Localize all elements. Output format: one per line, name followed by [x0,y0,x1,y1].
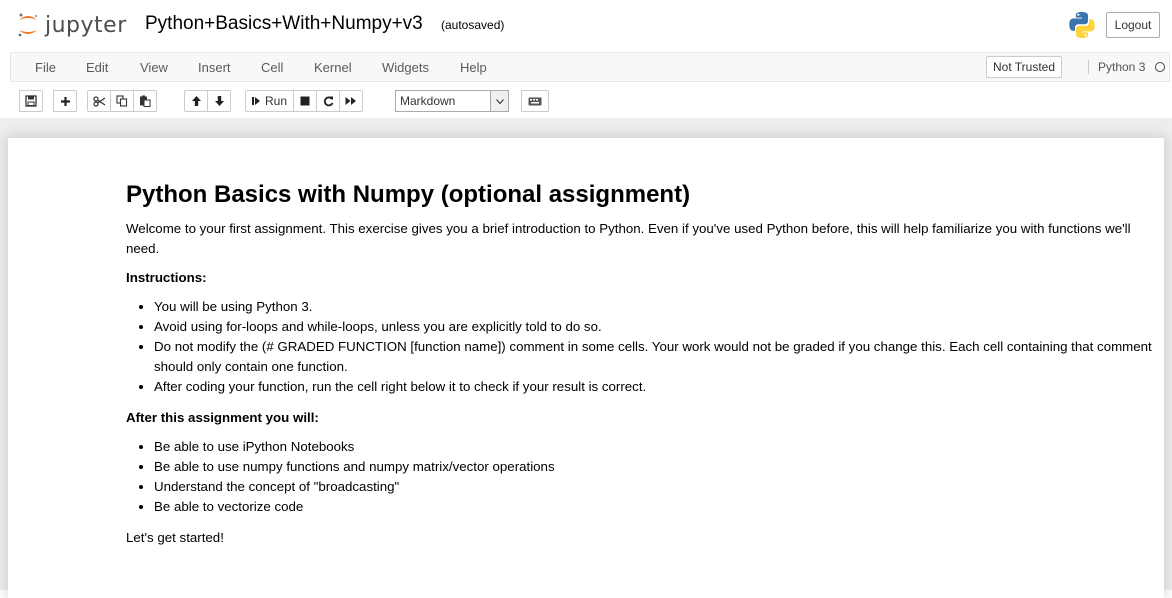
keyboard-icon [528,97,542,105]
cut-icon [92,95,105,107]
command-palette-button[interactable] [521,90,549,112]
list-item: You will be using Python 3. [154,297,1156,317]
cut-button[interactable] [87,90,111,112]
list-item: Do not modify the (# GRADED FUNCTION [fu… [154,337,1156,377]
python-logo-icon [1069,12,1095,38]
interrupt-button[interactable] [293,90,318,112]
instructions-list: You will be using Python 3. Avoid using … [126,297,1156,397]
move-group [184,90,231,112]
arrow-down-icon [214,96,224,106]
move-down-button[interactable] [207,90,231,112]
list-item: Understand the concept of "broadcasting" [154,477,1156,497]
autosave-status: (autosaved) [441,18,505,32]
menu-help[interactable]: Help [460,60,487,75]
outcomes-list: Be able to use iPython Notebooks Be able… [126,437,1156,517]
list-item: Be able to vectorize code [154,497,1156,517]
menu-insert[interactable]: Insert [198,60,231,75]
instructions-heading: Instructions: [126,270,207,285]
jupyter-orbit-icon [18,13,38,37]
menu-cell[interactable]: Cell [261,60,283,75]
fast-forward-icon [345,97,357,105]
paste-icon [140,95,151,107]
menu-edit[interactable]: Edit [86,60,108,75]
arrow-up-icon [191,96,201,106]
header: jupyter Python+Basics+With+Numpy+v3 (aut… [0,0,1172,50]
kernel-name: Python 3 [1088,60,1145,74]
menu-view[interactable]: View [140,60,168,75]
stop-icon [300,96,310,106]
save-icon [25,95,37,107]
kernel-idle-indicator-icon [1155,62,1165,72]
notebook-name[interactable]: Python+Basics+With+Numpy+v3 [145,13,423,35]
logout-button[interactable]: Logout [1106,12,1160,38]
chevron-down-icon [490,91,508,111]
run-group: Run [245,90,364,112]
toolbar: Run Markdown [0,84,1172,118]
save-button[interactable] [19,90,43,112]
copy-button[interactable] [110,90,134,112]
save-group [19,90,43,112]
outcomes-heading: After this assignment you will: [126,410,319,425]
insert-group [53,90,77,112]
trust-status-button[interactable]: Not Trusted [986,56,1063,78]
insert-cell-button[interactable] [53,90,77,112]
edit-group [87,90,157,112]
jupyter-logo[interactable]: jupyter [17,9,127,41]
closing-text: Let's get started! [126,530,224,545]
cell-type-select[interactable]: Markdown [395,90,509,112]
restart-icon [323,96,333,106]
keyboard-group [521,90,549,112]
move-up-button[interactable] [184,90,208,112]
run-label: Run [265,94,288,108]
copy-icon [116,95,128,107]
list-item: Be able to use iPython Notebooks [154,437,1156,457]
plus-icon [60,96,70,106]
paste-button[interactable] [133,90,157,112]
menubar: File Edit View Insert Cell Kernel Widget… [10,52,1170,82]
menu-file[interactable]: File [35,60,56,75]
run-icon [252,97,260,105]
cell-type-value: Markdown [400,94,456,108]
markdown-cell[interactable]: Python Basics with Numpy (optional assig… [126,180,1156,557]
menu-kernel[interactable]: Kernel [314,60,352,75]
logo-text: jupyter [45,12,127,38]
menu-widgets[interactable]: Widgets [382,60,429,75]
list-item: After coding your function, run the cell… [154,377,1156,397]
intro-paragraph: Welcome to your first assignment. This e… [126,221,1131,256]
list-item: Avoid using for-loops and while-loops, u… [154,317,1156,337]
cell-title: Python Basics with Numpy (optional assig… [126,181,691,208]
run-button[interactable]: Run [245,90,295,112]
restart-button[interactable] [316,90,341,112]
list-item: Be able to use numpy functions and numpy… [154,457,1156,477]
restart-run-all-button[interactable] [339,90,364,112]
